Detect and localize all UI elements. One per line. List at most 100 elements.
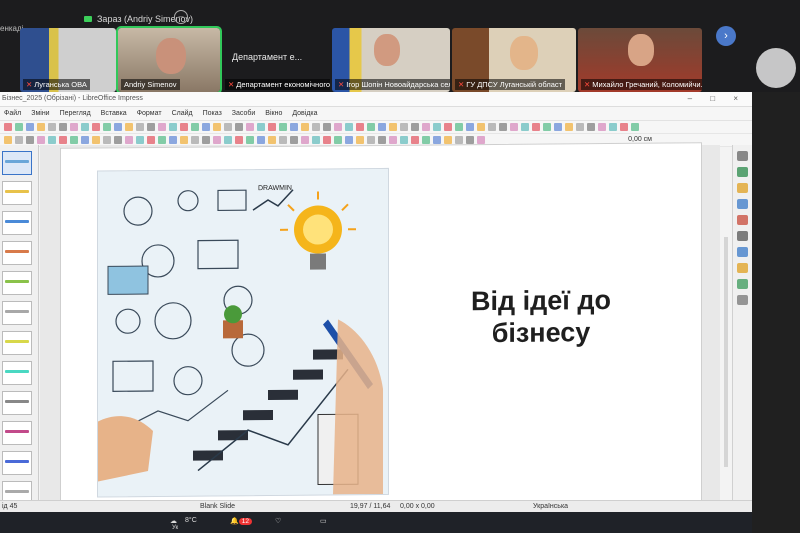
sidebar-deck-icon[interactable] bbox=[737, 183, 748, 193]
heart-icon[interactable]: ♡ bbox=[275, 517, 281, 525]
toolbar-button-icon[interactable] bbox=[257, 123, 265, 131]
slide-thumbnail[interactable] bbox=[2, 241, 32, 265]
toolbar-button-icon[interactable] bbox=[279, 136, 287, 144]
slide-thumbnail[interactable] bbox=[2, 151, 32, 175]
sidebar-deck-icon[interactable] bbox=[737, 215, 748, 225]
participant-tile[interactable]: ✕ Луганська ОВА bbox=[20, 28, 116, 92]
toolbar-button-icon[interactable] bbox=[543, 123, 551, 131]
toolbar-button-icon[interactable] bbox=[433, 136, 441, 144]
toolbar-button-icon[interactable] bbox=[411, 136, 419, 144]
toolbar-button-icon[interactable] bbox=[92, 136, 100, 144]
participant-tile[interactable]: Департамент е... ✕ Департамент економічно… bbox=[222, 28, 330, 92]
sidebar-deck-icon[interactable] bbox=[737, 151, 748, 161]
toolbar-button-icon[interactable] bbox=[334, 136, 342, 144]
toolbar-button-icon[interactable] bbox=[301, 123, 309, 131]
toolbar-button-icon[interactable] bbox=[202, 123, 210, 131]
slide-thumbnail[interactable] bbox=[2, 181, 32, 205]
toolbar-button-icon[interactable] bbox=[37, 123, 45, 131]
toolbar-button-icon[interactable] bbox=[180, 123, 188, 131]
sidebar-deck-icon[interactable] bbox=[737, 247, 748, 257]
menu-slide[interactable]: Слайд bbox=[172, 110, 193, 117]
toolbar-button-icon[interactable] bbox=[345, 136, 353, 144]
toolbar-button-icon[interactable] bbox=[400, 123, 408, 131]
toolbar-button-icon[interactable] bbox=[268, 136, 276, 144]
slide-thumbnail[interactable] bbox=[2, 211, 32, 235]
slide-title[interactable]: Від ідеї до бізнесу bbox=[421, 284, 661, 350]
toolbar-button-icon[interactable] bbox=[158, 136, 166, 144]
toolbar-button-icon[interactable] bbox=[631, 123, 639, 131]
toolbar-button-icon[interactable] bbox=[81, 123, 89, 131]
taskbar-item[interactable]: Ук bbox=[172, 525, 178, 531]
toolbar-button-icon[interactable] bbox=[510, 123, 518, 131]
toolbar-button-icon[interactable] bbox=[191, 123, 199, 131]
toolbar-button-icon[interactable] bbox=[356, 123, 364, 131]
toolbar-button-icon[interactable] bbox=[191, 136, 199, 144]
toolbar-button-icon[interactable] bbox=[114, 136, 122, 144]
toolbar-button-icon[interactable] bbox=[609, 123, 617, 131]
menu-edit[interactable]: Зміни bbox=[31, 110, 49, 117]
slide-thumbnail[interactable] bbox=[2, 451, 32, 475]
toolbar-button-icon[interactable] bbox=[466, 123, 474, 131]
menu-show[interactable]: Показ bbox=[203, 110, 222, 117]
toolbar-button-icon[interactable] bbox=[257, 136, 265, 144]
toolbar-button-icon[interactable] bbox=[554, 123, 562, 131]
sidebar-deck-icon[interactable] bbox=[737, 279, 748, 289]
toolbar-button-icon[interactable] bbox=[147, 136, 155, 144]
toolbar-button-icon[interactable] bbox=[48, 136, 56, 144]
toolbar-button-icon[interactable] bbox=[125, 123, 133, 131]
toolbar-button-icon[interactable] bbox=[301, 136, 309, 144]
menu-insert[interactable]: Вставка bbox=[101, 110, 127, 117]
toolbar-button-icon[interactable] bbox=[26, 123, 34, 131]
toolbar-button-icon[interactable] bbox=[125, 136, 133, 144]
menu-view[interactable]: Перегляд bbox=[60, 110, 91, 117]
toolbar-button-icon[interactable] bbox=[4, 123, 12, 131]
toolbar-button-icon[interactable] bbox=[422, 123, 430, 131]
toolbar-button-icon[interactable] bbox=[378, 136, 386, 144]
toolbar-button-icon[interactable] bbox=[444, 123, 452, 131]
slide-illustration[interactable]: DRAWMIN bbox=[97, 167, 389, 498]
toolbar-button-icon[interactable] bbox=[180, 136, 188, 144]
toolbar-button-icon[interactable] bbox=[290, 123, 298, 131]
sidebar-deck-icon[interactable] bbox=[737, 295, 748, 305]
toolbar-button-icon[interactable] bbox=[345, 123, 353, 131]
toolbar-button-icon[interactable] bbox=[323, 136, 331, 144]
toolbar-button-icon[interactable] bbox=[400, 136, 408, 144]
toolbar-button-icon[interactable] bbox=[367, 136, 375, 144]
toolbar-button-icon[interactable] bbox=[389, 123, 397, 131]
toolbar-button-icon[interactable] bbox=[147, 123, 155, 131]
toolbar-button-icon[interactable] bbox=[246, 136, 254, 144]
notification-bell-icon[interactable]: 🔔 12 bbox=[230, 517, 252, 525]
toolbar-button-icon[interactable] bbox=[37, 136, 45, 144]
toolbar-button-icon[interactable] bbox=[4, 136, 12, 144]
toolbar-button-icon[interactable] bbox=[587, 123, 595, 131]
toolbar-button-icon[interactable] bbox=[70, 136, 78, 144]
toolbar-button-icon[interactable] bbox=[235, 136, 243, 144]
toolbar-button-icon[interactable] bbox=[389, 136, 397, 144]
toolbar-button-icon[interactable] bbox=[356, 136, 364, 144]
menu-help[interactable]: Довідка bbox=[292, 110, 317, 117]
window-controls[interactable]: – □ × bbox=[688, 94, 746, 103]
slide-thumbnail[interactable] bbox=[2, 421, 32, 445]
toolbar-button-icon[interactable] bbox=[411, 123, 419, 131]
toolbar-button-icon[interactable] bbox=[532, 123, 540, 131]
menu-file[interactable]: Файл bbox=[4, 110, 21, 117]
current-slide[interactable]: DRAWMIN Від ідеї до бізнесу bbox=[60, 142, 702, 518]
toolbar-button-icon[interactable] bbox=[114, 123, 122, 131]
toolbar-button-icon[interactable] bbox=[433, 123, 441, 131]
toolbar-button-icon[interactable] bbox=[620, 123, 628, 131]
slide-thumbnail[interactable] bbox=[2, 271, 32, 295]
language-indicator[interactable]: Українська bbox=[533, 503, 568, 510]
toolbar-button-icon[interactable] bbox=[224, 136, 232, 144]
toolbar-button-icon[interactable] bbox=[455, 136, 463, 144]
participant-tile-active[interactable]: Andriy Simenov bbox=[116, 26, 222, 94]
toolbar-button-icon[interactable] bbox=[81, 136, 89, 144]
camera-icon[interactable]: ▭ bbox=[320, 517, 327, 525]
toolbar-button-icon[interactable] bbox=[477, 136, 485, 144]
toolbar-button-icon[interactable] bbox=[279, 123, 287, 131]
toolbar-button-icon[interactable] bbox=[477, 123, 485, 131]
toolbar-button-icon[interactable] bbox=[213, 123, 221, 131]
participant-tile[interactable]: ✕ Михайло Гречаний, Коломийчи... bbox=[578, 28, 702, 92]
toolbar-button-icon[interactable] bbox=[213, 136, 221, 144]
toolbar-button-icon[interactable] bbox=[488, 123, 496, 131]
toolbar-button-icon[interactable] bbox=[598, 123, 606, 131]
